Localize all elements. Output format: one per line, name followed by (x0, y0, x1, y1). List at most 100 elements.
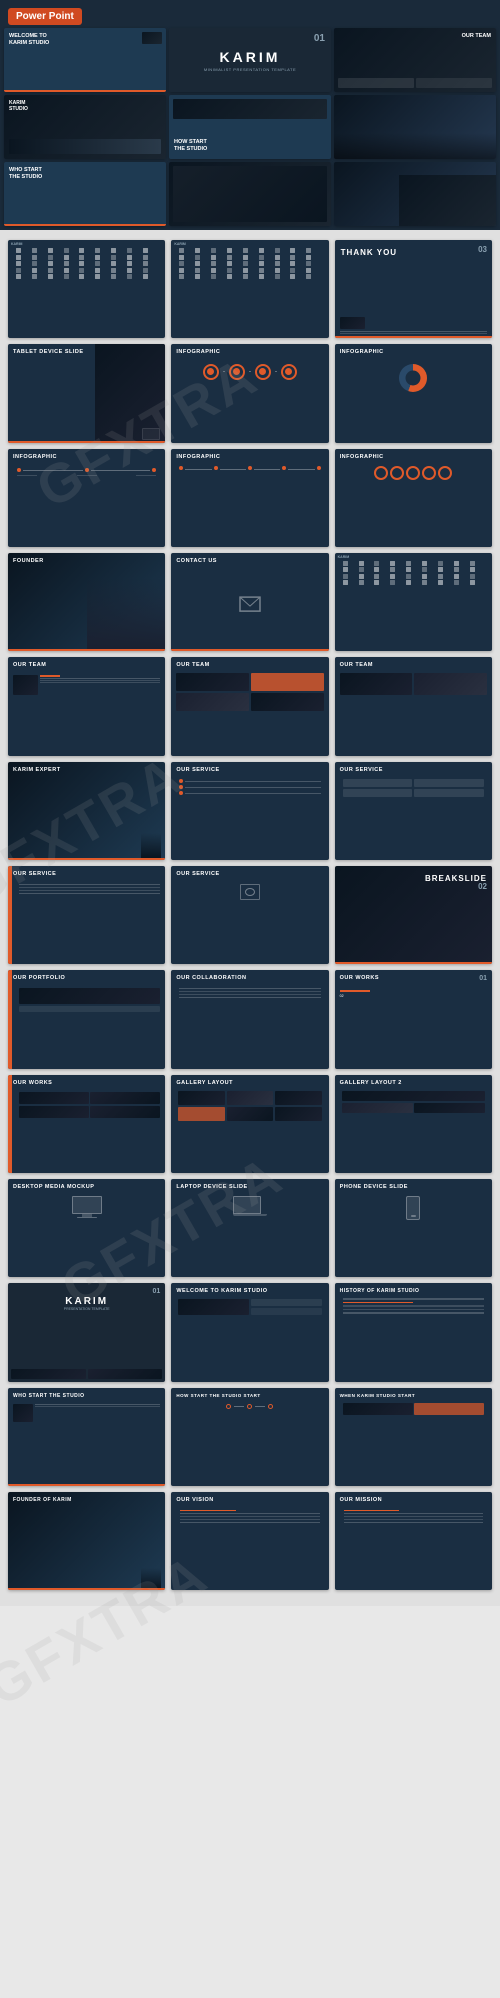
slides-row-8: OUR PORTFOLIO OUR COLLABORATION OUR WORK… (8, 970, 492, 1068)
slide-karim-2: KARIM PRESENTATION TEMPLATE 01 (8, 1283, 165, 1381)
karim2-title: KARIM (13, 1296, 160, 1307)
hero-main-title: KARIM (220, 49, 281, 65)
gallery-label: GALLERY LAYOUT (176, 1080, 323, 1087)
hero-section: WELCOME TOKARIM STUDIO KARIM MINIMALIST … (0, 0, 500, 230)
contact-label: CONTACT US (176, 558, 323, 565)
slides-row-9: OUR WORKS GALLERY LAYOUT (8, 1075, 492, 1173)
slide-service-4: OUR SERVICE (171, 866, 328, 964)
service4-label: OUR SERVICE (176, 871, 323, 878)
hero-welcome-label: WELCOME TOKARIM STUDIO (9, 33, 161, 47)
vision-label: OUR VISION (176, 1497, 323, 1504)
team3-label: OUR TEAM (340, 662, 487, 669)
slide-portfolio: OUR PORTFOLIO (8, 970, 165, 1068)
slide-service-3: OUR SERVICE (8, 866, 165, 964)
karim-studio-label: KARIMSTUDIO (9, 100, 161, 112)
thankyou-title: THANK YOU (341, 248, 397, 258)
powerpoint-badge: Power Point (8, 8, 82, 25)
history-label: HISTORY OF KARIM STUDIO (340, 1288, 487, 1294)
icons3-label: KARIM (338, 555, 349, 559)
slide-collaboration: OUR COLLABORATION (171, 970, 328, 1068)
slide-team-1: OUR TEAM (8, 657, 165, 755)
phone-label: PHONE DEVICE SLIDE (340, 1184, 487, 1191)
hero-slide-num: 01 (314, 33, 325, 44)
slide-service-2: OUR SERVICE (335, 762, 492, 860)
service2-label: OUR SERVICE (340, 767, 487, 774)
slide-team-3: OUR TEAM (335, 657, 492, 755)
badge-label: Power Point (16, 11, 74, 22)
slide-tablet: TABLET DEVICE SLIDE (8, 344, 165, 442)
who-label: WHO START THE STUDIO (13, 1393, 160, 1399)
slide-contact: CONTACT US (171, 553, 328, 651)
slide-thankyou: THANK YOU 03 (335, 240, 492, 338)
karim2-num: 01 (153, 1288, 161, 1295)
gallery2-label: GALLERY LAYOUT 2 (340, 1080, 487, 1087)
slide-vision: OUR VISION (171, 1492, 328, 1590)
slides-row-1: // Will be rendered inline (8, 240, 492, 338)
infographic4-label: INFOGRAPHIC (176, 454, 323, 461)
laptop-label: LAPTOP DEVICE SLIDE (176, 1184, 323, 1191)
slide-when: WHEN KARIM STUDIO START (335, 1388, 492, 1486)
slide-infographic-timeline: INFOGRAPHIC (171, 449, 328, 547)
whostart-label: WHO STARTTHE STUDIO (9, 167, 161, 181)
hero-slide-main: KARIM MINIMALIST PRESENTATION TEMPLATE 0… (169, 28, 331, 92)
slide-how: HOW START THE STUDIO START (171, 1388, 328, 1486)
team2-label: OUR TEAM (176, 662, 323, 669)
infographic5-label: INFOGRAPHIC (340, 454, 487, 461)
slide-gallery-2: GALLERY LAYOUT 2 (335, 1075, 492, 1173)
slide-works-2: OUR WORKS (8, 1075, 165, 1173)
desktop-label: DESKTOP MEDIA MOCKUP (13, 1184, 160, 1191)
hero-slide-howstart: HOW STARTTHE STUDIO (169, 95, 331, 159)
slides-row-10: DESKTOP MEDIA MOCKUP LAPTOP DEVICE SLIDE (8, 1179, 492, 1277)
howstart-label: HOW STARTTHE STUDIO (174, 139, 207, 153)
expert-label: KARIM EXPERT (13, 767, 160, 774)
slides-row-3: INFOGRAPHIC (8, 449, 492, 547)
slide-founder: FOUNDER (8, 553, 165, 651)
infographic3-label: INFOGRAPHIC (13, 454, 160, 461)
slide-desktop: DESKTOP MEDIA MOCKUP (8, 1179, 165, 1277)
works2-label: OUR WORKS (13, 1080, 160, 1087)
hero-slide-img6 (334, 162, 496, 226)
slides-row-11: KARIM PRESENTATION TEMPLATE 01 WELCOME T… (8, 1283, 492, 1381)
infographic1-label: INFOGRAPHIC (176, 349, 323, 356)
slide-works: OUR WORKS 01 02 (335, 970, 492, 1068)
team1-label: OUR TEAM (13, 662, 160, 669)
slides-row-12: WHO START THE STUDIO HOW START THE STUDI… (8, 1388, 492, 1486)
thankyou-num: 03 (478, 245, 487, 254)
slides-row-6: KARIM EXPERT OUR SERVICE (8, 762, 492, 860)
when-label: WHEN KARIM STUDIO START (340, 1393, 487, 1398)
infographic2-label: INFOGRAPHIC (340, 349, 487, 356)
hero-slide-welcome: WELCOME TOKARIM STUDIO (4, 28, 166, 92)
hero-slide-karim2: KARIMSTUDIO (4, 95, 166, 159)
slides-row-4: FOUNDER CONTACT US (8, 553, 492, 651)
slides-row-7: OUR SERVICE OUR SERVICE (8, 866, 492, 964)
service1-label: OUR SERVICE (176, 767, 323, 774)
slides-row-2: TABLET DEVICE SLIDE INFOGRAPHIC (8, 344, 492, 442)
founder-label: FOUNDER (13, 558, 160, 565)
hero-slide-ourteam: OUR TEAM (334, 28, 496, 92)
slide-founder-2: FOUNDER OF KARIM (8, 1492, 165, 1590)
slide-expert: KARIM EXPERT (8, 762, 165, 860)
service3-label: OUR SERVICE (13, 871, 160, 878)
slide-infographic-circles: INFOGRAPHIC (171, 344, 328, 442)
slide-phone: PHONE DEVICE SLIDE (335, 1179, 492, 1277)
slide-welcome-2: WELCOME TO KARIM STUDIO (171, 1283, 328, 1381)
collab-label: OUR COLLABORATION (176, 975, 323, 982)
hero-slide-img3 (334, 95, 496, 159)
hero-slide-whostart: WHO STARTTHE STUDIO (4, 162, 166, 226)
slide-icons-1: // Will be rendered inline (8, 240, 165, 338)
hero-main-subtitle: MINIMALIST PRESENTATION TEMPLATE (204, 67, 296, 72)
karim2-subtitle: PRESENTATION TEMPLATE (13, 1307, 160, 1311)
breakslide-num: 02 (478, 882, 487, 891)
slide-mission: OUR MISSION (335, 1492, 492, 1590)
works-label: OUR WORKS (340, 975, 487, 982)
portfolio-label: OUR PORTFOLIO (13, 975, 160, 982)
slides-row-5: OUR TEAM OUR TEAM (8, 657, 492, 755)
slide-infographic-line: INFOGRAPHIC (8, 449, 165, 547)
mission-label: OUR MISSION (340, 1497, 487, 1504)
founder2-label: FOUNDER OF KARIM (13, 1497, 160, 1503)
icons2-label: KARIM (174, 242, 185, 246)
slides-container: // Will be rendered inline (0, 230, 500, 1606)
tablet-label: TABLET DEVICE SLIDE (13, 349, 160, 356)
slide-infographic-rings: INFOGRAPHIC (335, 449, 492, 547)
slide-icons-2: KARIM (171, 240, 328, 338)
